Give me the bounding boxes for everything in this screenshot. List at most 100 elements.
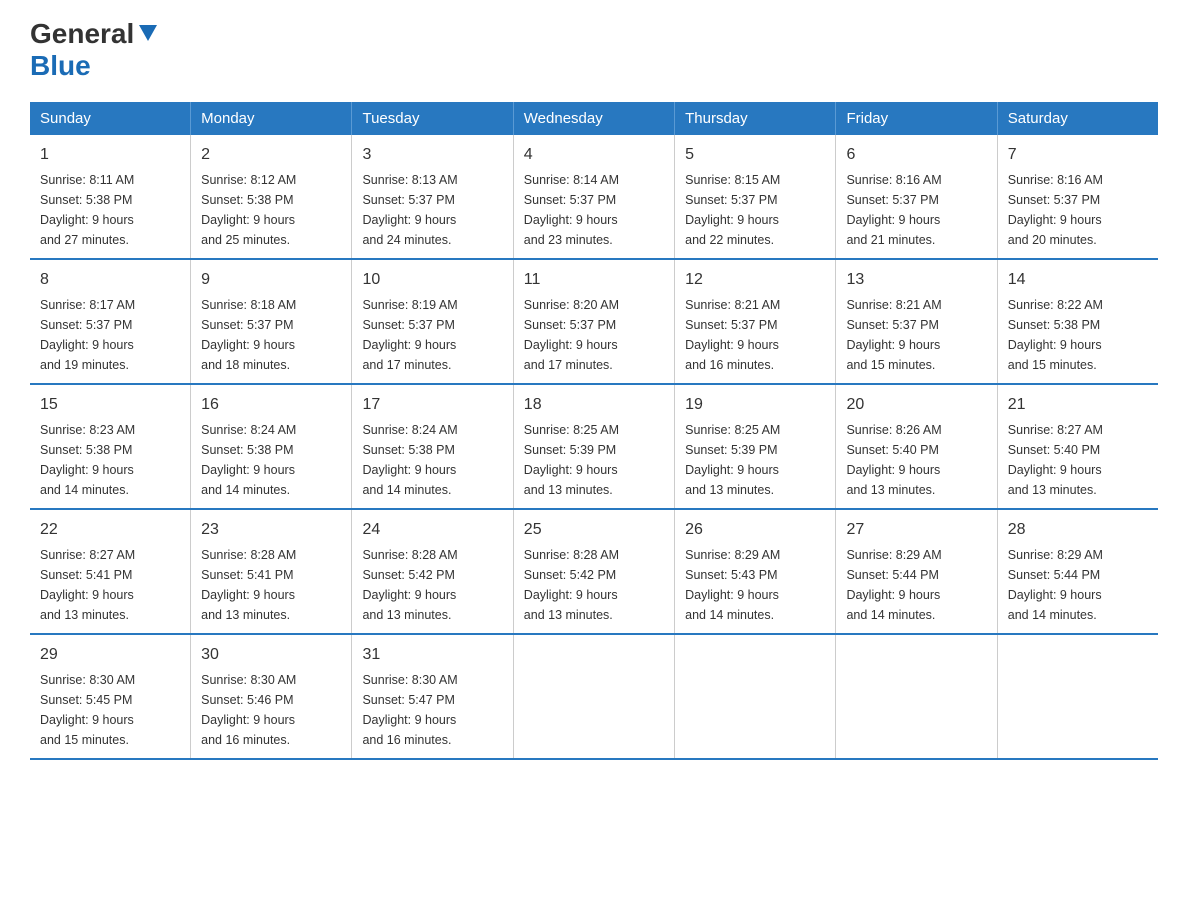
- day-number: 22: [40, 518, 180, 542]
- day-info: Sunrise: 8:13 AMSunset: 5:37 PMDaylight:…: [362, 170, 502, 250]
- calendar-table: SundayMondayTuesdayWednesdayThursdayFrid…: [30, 102, 1158, 760]
- calendar-cell: 23 Sunrise: 8:28 AMSunset: 5:41 PMDayligh…: [191, 509, 352, 634]
- day-number: 27: [846, 518, 986, 542]
- calendar-cell: 26Sunrise: 8:29 AMSunset: 5:43 PMDayligh…: [675, 509, 836, 634]
- calendar-cell: 7 Sunrise: 8:16 AMSunset: 5:37 PMDaylight…: [997, 135, 1158, 259]
- day-info: Sunrise: 8:24 AMSunset: 5:38 PMDaylight:…: [362, 420, 502, 500]
- calendar-cell: [675, 634, 836, 759]
- weekday-header-friday: Friday: [836, 102, 997, 135]
- day-number: 13: [846, 268, 986, 292]
- day-number: 9: [201, 268, 341, 292]
- day-info: Sunrise: 8:28 AMSunset: 5:42 PMDaylight:…: [362, 545, 502, 625]
- day-info: Sunrise: 8:29 AMSunset: 5:44 PMDaylight:…: [846, 545, 986, 625]
- calendar-cell: 1Sunrise: 8:11 AMSunset: 5:38 PMDaylight…: [30, 135, 191, 259]
- day-number: 31: [362, 643, 502, 667]
- day-number: 21: [1008, 393, 1148, 417]
- day-info: Sunrise: 8:29 AMSunset: 5:44 PMDaylight:…: [1008, 545, 1148, 625]
- calendar-cell: 5 Sunrise: 8:15 AMSunset: 5:37 PMDaylight…: [675, 135, 836, 259]
- weekday-header-saturday: Saturday: [997, 102, 1158, 135]
- day-number: 10: [362, 268, 502, 292]
- day-info: Sunrise: 8:28 AMSunset: 5:41 PMDaylight:…: [201, 545, 341, 625]
- calendar-cell: 10 Sunrise: 8:19 AMSunset: 5:37 PMDayligh…: [352, 259, 513, 384]
- day-info: Sunrise: 8:18 AMSunset: 5:37 PMDaylight:…: [201, 295, 341, 375]
- page-header: General Blue: [30, 20, 1158, 82]
- day-info: Sunrise: 8:16 AMSunset: 5:37 PMDaylight:…: [1008, 170, 1148, 250]
- day-info: Sunrise: 8:17 AMSunset: 5:37 PMDaylight:…: [40, 295, 180, 375]
- logo-triangle-icon: [137, 21, 159, 43]
- day-info: Sunrise: 8:30 AMSunset: 5:47 PMDaylight:…: [362, 670, 502, 750]
- calendar-cell: 29Sunrise: 8:30 AMSunset: 5:45 PMDayligh…: [30, 634, 191, 759]
- calendar-cell: 28Sunrise: 8:29 AMSunset: 5:44 PMDayligh…: [997, 509, 1158, 634]
- calendar-cell: [836, 634, 997, 759]
- day-info: Sunrise: 8:16 AMSunset: 5:37 PMDaylight:…: [846, 170, 986, 250]
- logo-general: General: [30, 20, 134, 48]
- day-info: Sunrise: 8:25 AMSunset: 5:39 PMDaylight:…: [524, 420, 664, 500]
- calendar-cell: 21 Sunrise: 8:27 AMSunset: 5:40 PMDayligh…: [997, 384, 1158, 509]
- calendar-week-row: 22 Sunrise: 8:27 AMSunset: 5:41 PMDayligh…: [30, 509, 1158, 634]
- calendar-cell: 2 Sunrise: 8:12 AMSunset: 5:38 PMDaylight…: [191, 135, 352, 259]
- calendar-cell: 20Sunrise: 8:26 AMSunset: 5:40 PMDayligh…: [836, 384, 997, 509]
- weekday-header-row: SundayMondayTuesdayWednesdayThursdayFrid…: [30, 102, 1158, 135]
- day-info: Sunrise: 8:27 AMSunset: 5:40 PMDaylight:…: [1008, 420, 1148, 500]
- day-number: 8: [40, 268, 180, 292]
- day-info: Sunrise: 8:19 AMSunset: 5:37 PMDaylight:…: [362, 295, 502, 375]
- day-number: 3: [362, 143, 502, 167]
- day-number: 19: [685, 393, 825, 417]
- day-info: Sunrise: 8:25 AMSunset: 5:39 PMDaylight:…: [685, 420, 825, 500]
- calendar-week-row: 1Sunrise: 8:11 AMSunset: 5:38 PMDaylight…: [30, 135, 1158, 259]
- day-info: Sunrise: 8:22 AMSunset: 5:38 PMDaylight:…: [1008, 295, 1148, 375]
- calendar-week-row: 15Sunrise: 8:23 AMSunset: 5:38 PMDayligh…: [30, 384, 1158, 509]
- day-info: Sunrise: 8:12 AMSunset: 5:38 PMDaylight:…: [201, 170, 341, 250]
- calendar-week-row: 8 Sunrise: 8:17 AMSunset: 5:37 PMDaylight…: [30, 259, 1158, 384]
- day-number: 4: [524, 143, 664, 167]
- calendar-cell: 22 Sunrise: 8:27 AMSunset: 5:41 PMDayligh…: [30, 509, 191, 634]
- day-number: 30: [201, 643, 341, 667]
- day-number: 25: [524, 518, 664, 542]
- calendar-cell: 18 Sunrise: 8:25 AMSunset: 5:39 PMDayligh…: [513, 384, 674, 509]
- day-number: 12: [685, 268, 825, 292]
- calendar-cell: 8 Sunrise: 8:17 AMSunset: 5:37 PMDaylight…: [30, 259, 191, 384]
- day-info: Sunrise: 8:14 AMSunset: 5:37 PMDaylight:…: [524, 170, 664, 250]
- calendar-cell: [513, 634, 674, 759]
- day-number: 18: [524, 393, 664, 417]
- day-number: 29: [40, 643, 180, 667]
- weekday-header-wednesday: Wednesday: [513, 102, 674, 135]
- logo: General Blue: [30, 20, 159, 82]
- day-number: 23: [201, 518, 341, 542]
- day-number: 5: [685, 143, 825, 167]
- calendar-cell: 16 Sunrise: 8:24 AMSunset: 5:38 PMDayligh…: [191, 384, 352, 509]
- calendar-cell: 27 Sunrise: 8:29 AMSunset: 5:44 PMDayligh…: [836, 509, 997, 634]
- calendar-cell: 30 Sunrise: 8:30 AMSunset: 5:46 PMDayligh…: [191, 634, 352, 759]
- day-info: Sunrise: 8:27 AMSunset: 5:41 PMDaylight:…: [40, 545, 180, 625]
- weekday-header-thursday: Thursday: [675, 102, 836, 135]
- calendar-cell: 13 Sunrise: 8:21 AMSunset: 5:37 PMDayligh…: [836, 259, 997, 384]
- logo-blue: Blue: [30, 50, 91, 82]
- day-number: 15: [40, 393, 180, 417]
- day-info: Sunrise: 8:15 AMSunset: 5:37 PMDaylight:…: [685, 170, 825, 250]
- weekday-header-sunday: Sunday: [30, 102, 191, 135]
- calendar-cell: 14Sunrise: 8:22 AMSunset: 5:38 PMDayligh…: [997, 259, 1158, 384]
- calendar-cell: 25 Sunrise: 8:28 AMSunset: 5:42 PMDayligh…: [513, 509, 674, 634]
- day-number: 6: [846, 143, 986, 167]
- day-number: 16: [201, 393, 341, 417]
- calendar-week-row: 29Sunrise: 8:30 AMSunset: 5:45 PMDayligh…: [30, 634, 1158, 759]
- day-number: 24: [362, 518, 502, 542]
- weekday-header-monday: Monday: [191, 102, 352, 135]
- calendar-cell: 9 Sunrise: 8:18 AMSunset: 5:37 PMDaylight…: [191, 259, 352, 384]
- day-number: 7: [1008, 143, 1148, 167]
- calendar-cell: 4 Sunrise: 8:14 AMSunset: 5:37 PMDaylight…: [513, 135, 674, 259]
- day-number: 17: [362, 393, 502, 417]
- calendar-cell: [997, 634, 1158, 759]
- day-number: 2: [201, 143, 341, 167]
- day-info: Sunrise: 8:20 AMSunset: 5:37 PMDaylight:…: [524, 295, 664, 375]
- day-info: Sunrise: 8:24 AMSunset: 5:38 PMDaylight:…: [201, 420, 341, 500]
- day-info: Sunrise: 8:29 AMSunset: 5:43 PMDaylight:…: [685, 545, 825, 625]
- day-info: Sunrise: 8:21 AMSunset: 5:37 PMDaylight:…: [685, 295, 825, 375]
- day-number: 20: [846, 393, 986, 417]
- calendar-cell: 3 Sunrise: 8:13 AMSunset: 5:37 PMDaylight…: [352, 135, 513, 259]
- day-info: Sunrise: 8:21 AMSunset: 5:37 PMDaylight:…: [846, 295, 986, 375]
- day-info: Sunrise: 8:30 AMSunset: 5:46 PMDaylight:…: [201, 670, 341, 750]
- calendar-cell: 19 Sunrise: 8:25 AMSunset: 5:39 PMDayligh…: [675, 384, 836, 509]
- day-info: Sunrise: 8:28 AMSunset: 5:42 PMDaylight:…: [524, 545, 664, 625]
- calendar-cell: 31 Sunrise: 8:30 AMSunset: 5:47 PMDayligh…: [352, 634, 513, 759]
